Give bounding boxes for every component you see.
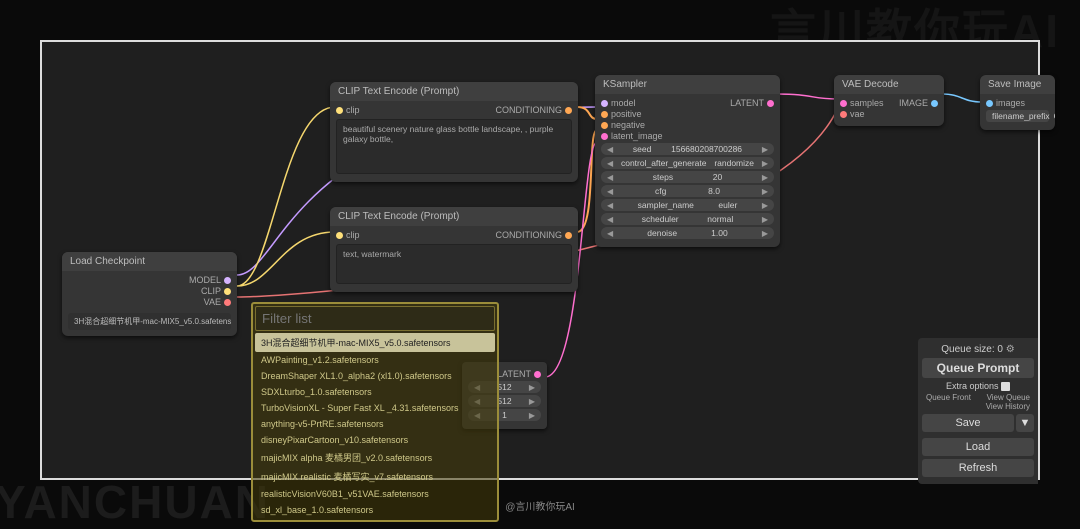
port-conditioning: CONDITIONING <box>496 230 563 240</box>
node-title: Load Checkpoint <box>62 252 237 271</box>
dropdown-item[interactable]: TurboVisionXL - Super Fast XL _4.31.safe… <box>255 400 495 416</box>
port-clip-label: clip <box>346 105 360 115</box>
port-conditioning: CONDITIONING <box>496 105 563 115</box>
port-dot-cond[interactable] <box>565 107 572 114</box>
dropdown-item[interactable]: disneyPixarCartoon_v10.safetensors <box>255 432 495 448</box>
seed-widget[interactable]: ◀seed156680208700286▶ <box>601 143 774 155</box>
node-title: CLIP Text Encode (Prompt) <box>330 207 578 226</box>
queue-size-line: Queue size: 0 ⚙ <box>922 344 1034 355</box>
dropdown-filter-input[interactable] <box>255 306 495 331</box>
sampler-widget[interactable]: ◀sampler_nameeuler▶ <box>601 199 774 211</box>
node-title: Save Image <box>980 75 1055 94</box>
port-dot-latent-out[interactable] <box>767 100 774 107</box>
node-clip-text-encode-negative[interactable]: CLIP Text Encode (Prompt) clip CONDITION… <box>330 207 578 292</box>
denoise-widget[interactable]: ◀denoise1.00▶ <box>601 227 774 239</box>
port-dot-clip-in[interactable] <box>336 232 343 239</box>
port-latent-label: latent_image <box>611 131 663 141</box>
port-negative-label: negative <box>611 120 645 130</box>
port-model-label: model <box>611 98 636 108</box>
queue-prompt-button[interactable]: Queue Prompt <box>922 358 1034 378</box>
dropdown-item[interactable]: AWPainting_v1.2.safetensors <box>255 352 495 368</box>
port-dot-clip-in[interactable] <box>336 107 343 114</box>
port-dot-vae-in[interactable] <box>840 111 847 118</box>
dropdown-item[interactable]: anything-v5-PrtRE.safetensors <box>255 416 495 432</box>
view-history-link[interactable]: View History <box>986 402 1030 411</box>
port-clip: CLIP <box>201 286 221 296</box>
save-button[interactable]: Save <box>922 414 1014 432</box>
gear-icon[interactable]: ⚙ <box>1006 344 1015 355</box>
port-vae-label: vae <box>850 109 865 119</box>
port-dot-images[interactable] <box>986 100 993 107</box>
port-image-out: IMAGE <box>899 98 928 108</box>
checkpoint-dropdown[interactable]: 3H混合超细节机甲-mac-MIX5_v5.0.safetensors AWPa… <box>251 302 499 522</box>
port-model: MODEL <box>189 275 221 285</box>
port-vae: VAE <box>204 297 221 307</box>
refresh-button[interactable]: Refresh <box>922 459 1034 477</box>
node-vae-decode[interactable]: VAE Decode samples IMAGE vae <box>834 75 944 126</box>
port-images-label: images <box>996 98 1025 108</box>
port-dot-samples[interactable] <box>840 100 847 107</box>
port-latent-out: LATENT <box>730 98 764 108</box>
dropdown-item[interactable]: DreamShaper XL1.0_alpha2 (xl1.0).safeten… <box>255 368 495 384</box>
port-dot-image[interactable] <box>931 100 938 107</box>
port-dot-latent[interactable] <box>534 371 541 378</box>
port-clip-label: clip <box>346 230 360 240</box>
footer-watermark: @言川教你玩AI <box>0 498 1080 513</box>
prompt-textarea[interactable]: text, watermark <box>336 244 572 284</box>
node-title: KSampler <box>595 75 780 94</box>
cfg-widget[interactable]: ◀cfg8.0▶ <box>601 185 774 197</box>
port-positive-label: positive <box>611 109 642 119</box>
node-ksampler[interactable]: KSampler model LATENT positive negative l… <box>595 75 780 247</box>
steps-widget[interactable]: ◀steps20▶ <box>601 171 774 183</box>
scheduler-widget[interactable]: ◀schedulernormal▶ <box>601 213 774 225</box>
port-dot-negative[interactable] <box>601 122 608 129</box>
node-title: VAE Decode <box>834 75 944 94</box>
port-latent: LATENT <box>497 369 531 379</box>
save-menu-button[interactable]: ▼ <box>1016 414 1034 432</box>
dropdown-item[interactable]: SDXLturbo_1.0.safetensors <box>255 384 495 400</box>
control-widget[interactable]: ◀control_after_generaterandomize▶ <box>601 157 774 169</box>
port-dot-clip[interactable] <box>224 288 231 295</box>
load-button[interactable]: Load <box>922 438 1034 456</box>
canvas-viewport[interactable]: Load Checkpoint MODEL CLIP VAE 3H混合超细节机甲… <box>40 40 1040 480</box>
node-save-image[interactable]: Save Image images filename_prefixC <box>980 75 1055 130</box>
dropdown-item-selected[interactable]: 3H混合超细节机甲-mac-MIX5_v5.0.safetensors <box>255 333 495 352</box>
node-clip-text-encode-positive[interactable]: CLIP Text Encode (Prompt) clip CONDITION… <box>330 82 578 182</box>
port-dot-cond[interactable] <box>565 232 572 239</box>
dropdown-item[interactable]: majicMIX realistic 麦橘写实_v7.safetensors <box>255 467 495 486</box>
filename-prefix-widget[interactable]: filename_prefixC <box>986 110 1049 122</box>
extra-options-checkbox[interactable]: Extra options <box>922 381 1034 391</box>
port-dot-positive[interactable] <box>601 111 608 118</box>
port-dot-vae[interactable] <box>224 299 231 306</box>
node-load-checkpoint[interactable]: Load Checkpoint MODEL CLIP VAE 3H混合超细节机甲… <box>62 252 237 336</box>
dropdown-item[interactable]: majicMIX alpha 麦橘男团_v2.0.safetensors <box>255 448 495 467</box>
port-dot-model[interactable] <box>224 277 231 284</box>
control-panel: Queue size: 0 ⚙ Queue Prompt Extra optio… <box>918 338 1038 484</box>
port-samples-label: samples <box>850 98 884 108</box>
node-title: CLIP Text Encode (Prompt) <box>330 82 578 101</box>
port-dot-latent-in[interactable] <box>601 133 608 140</box>
queue-front-link[interactable]: Queue Front <box>926 393 971 402</box>
prompt-textarea[interactable]: beautiful scenery nature glass bottle la… <box>336 119 572 174</box>
port-dot-model-in[interactable] <box>601 100 608 107</box>
view-queue-link[interactable]: View Queue <box>987 393 1030 402</box>
checkpoint-select[interactable]: 3H混合超细节机甲-mac-MIX5_v5.0.safetensors <box>68 313 231 330</box>
